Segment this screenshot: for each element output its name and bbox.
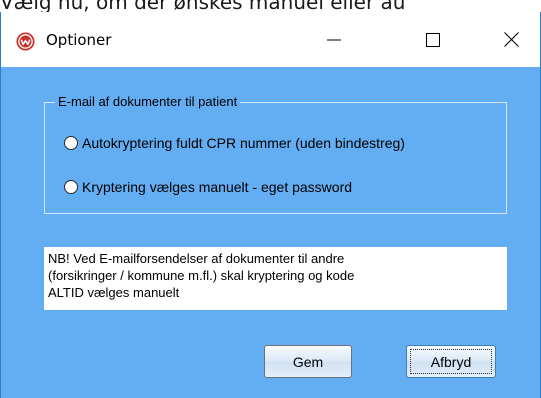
close-button[interactable] — [482, 12, 540, 67]
minimize-button[interactable] — [305, 12, 363, 67]
save-button[interactable]: Gem — [264, 345, 352, 378]
notice-line: NB! Ved E-mailforsendelser af dokumenter… — [48, 251, 345, 266]
options-dialog: Optioner E-mail af dokumenter til patien… — [0, 12, 541, 398]
focus-rectangle — [410, 349, 492, 374]
notice-line: (forsikringer / kommune m.fl.) skal kryp… — [48, 268, 355, 283]
notice-line: ALTID vælges manuelt — [48, 285, 180, 300]
radio-button-auto[interactable] — [64, 136, 78, 150]
cancel-button[interactable]: Afbryd — [406, 345, 496, 378]
radio-option-manual-encryption[interactable]: Kryptering vælges manuelt - eget passwor… — [64, 179, 352, 195]
title-bar[interactable]: Optioner — [1, 12, 540, 67]
notice-textbox: NB! Ved E-mailforsendelser af dokumenter… — [44, 247, 507, 310]
group-legend: E-mail af dokumenter til patient — [55, 94, 241, 110]
maximize-icon — [426, 32, 440, 47]
app-logo-icon — [16, 32, 35, 51]
minimize-icon — [327, 39, 341, 40]
window-title: Optioner — [46, 31, 112, 49]
maximize-button[interactable] — [404, 12, 462, 67]
close-icon — [503, 32, 519, 47]
radio-label-auto[interactable]: Autokryptering fuldt CPR nummer (uden bi… — [82, 135, 405, 151]
background-text: Vælg nu, om der ønskes manuel eller au — [0, 0, 406, 12]
radio-option-auto-encryption[interactable]: Autokryptering fuldt CPR nummer (uden bi… — [64, 135, 405, 151]
radio-button-manual[interactable] — [64, 180, 78, 194]
dialog-client-area: E-mail af dokumenter til patient Autokry… — [1, 67, 540, 398]
radio-label-manual[interactable]: Kryptering vælges manuelt - eget passwor… — [82, 179, 352, 195]
email-options-group: E-mail af dokumenter til patient Autokry… — [44, 94, 507, 214]
